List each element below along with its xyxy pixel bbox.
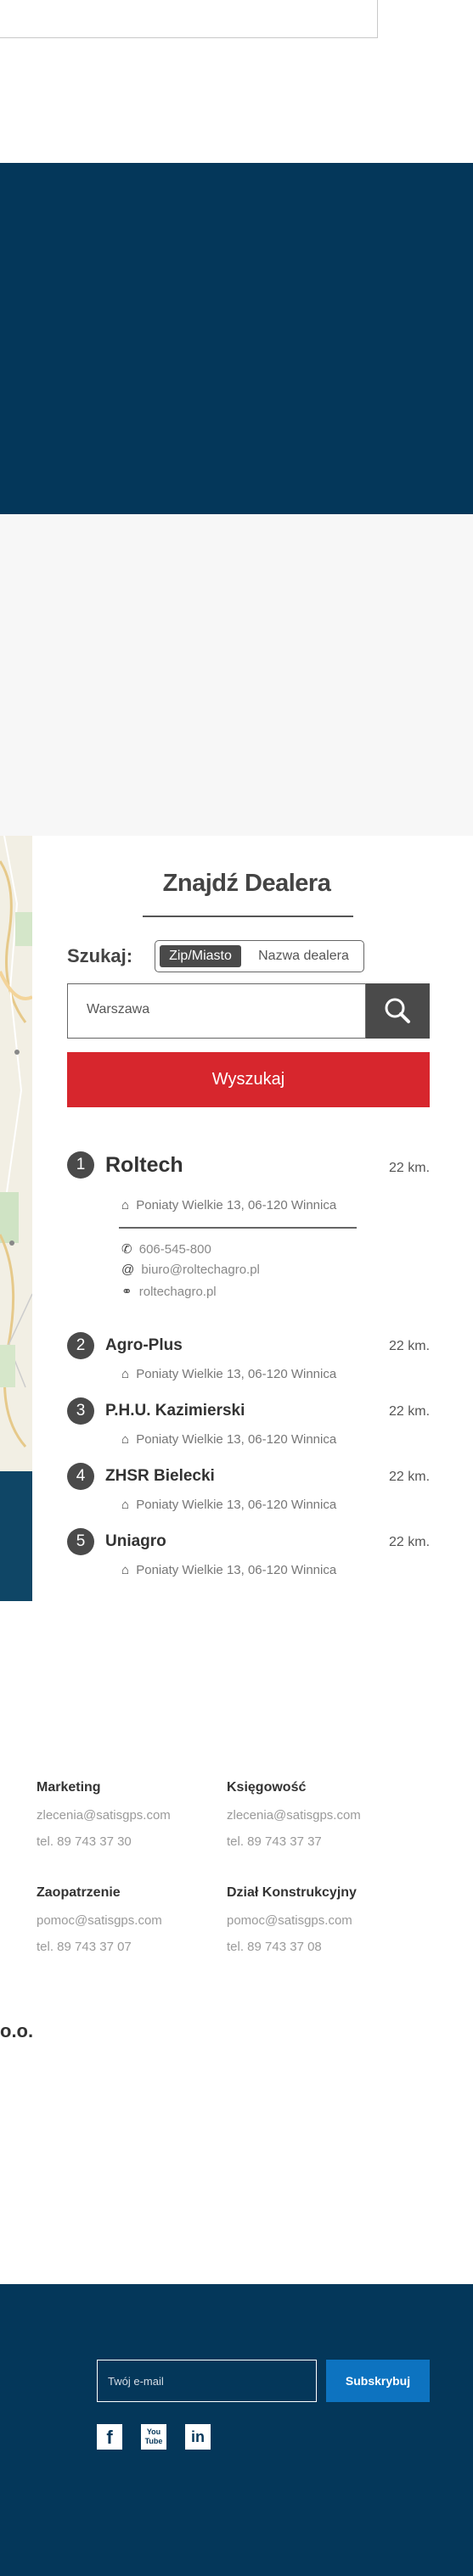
home-icon: ⌂ [121, 1432, 130, 1447]
title-underline [143, 916, 353, 917]
dealer-address: Poniaty Wielkie 13, 06-120 Winnica [136, 1432, 337, 1447]
dealer-website[interactable]: roltechagro.pl [139, 1285, 217, 1299]
subscribe-button[interactable]: Subskrybuj [326, 2360, 430, 2402]
contact-email[interactable]: zlecenia@satisgps.com [227, 1808, 361, 1823]
youtube-icon[interactable]: You Tube [141, 2424, 166, 2450]
home-icon: ⌂ [121, 1563, 130, 1577]
dealer-number-badge: 4 [67, 1463, 94, 1490]
dealer-distance: 22 km. [389, 1470, 431, 1484]
magnifier-icon [385, 998, 410, 1023]
dealer-distance: 22 km. [389, 1535, 431, 1549]
contact-email[interactable]: pomoc@satisgps.com [227, 1913, 352, 1928]
search-label: Szukaj: [67, 945, 133, 966]
dealer-address: Poniaty Wielkie 13, 06-120 Winnica [136, 1498, 337, 1512]
dealer-address: Poniaty Wielkie 13, 06-120 Winnica [136, 1198, 337, 1212]
contact-heading: Księgowość [227, 1780, 307, 1795]
dealer-name[interactable]: Roltech [105, 1153, 183, 1178]
hero-band [0, 163, 473, 514]
dealer-distance: 22 km. [389, 1161, 431, 1175]
grey-band [0, 514, 473, 836]
search-input[interactable] [85, 1001, 343, 1018]
contact-phone[interactable]: tel. 89 743 37 30 [37, 1834, 132, 1849]
contact-email[interactable]: pomoc@satisgps.com [37, 1913, 162, 1928]
dealer-address: Poniaty Wielkie 13, 06-120 Winnica [136, 1367, 337, 1381]
contact-phone[interactable]: tel. 89 743 37 07 [37, 1940, 132, 1954]
globe-icon: ⚭ [121, 1285, 132, 1299]
dealer-divider [119, 1227, 357, 1229]
home-icon: ⌂ [121, 1498, 130, 1512]
dealer-name[interactable]: Uniagro [105, 1532, 166, 1551]
top-partial-box [0, 0, 378, 38]
dealer-finder-title: Znajdź Dealera [162, 870, 331, 897]
contact-phone[interactable]: tel. 89 743 37 37 [227, 1834, 322, 1849]
contact-email[interactable]: zlecenia@satisgps.com [37, 1808, 171, 1823]
dealer-name[interactable]: P.H.U. Kazimierski [105, 1402, 245, 1420]
home-icon: ⌂ [121, 1367, 130, 1381]
dealer-distance: 22 km. [389, 1339, 431, 1353]
dealer-distance: 22 km. [389, 1404, 431, 1419]
dealer-number-badge: 1 [67, 1151, 94, 1179]
linkedin-icon[interactable]: in [185, 2424, 211, 2450]
footer [0, 2284, 473, 2576]
at-icon: @ [121, 1263, 135, 1277]
dealer-email[interactable]: biuro@roltechagro.pl [141, 1263, 259, 1277]
dealer-address: Poniaty Wielkie 13, 06-120 Winnica [136, 1563, 337, 1577]
find-button[interactable]: Wyszukaj [67, 1052, 430, 1107]
dealer-name[interactable]: Agro-Plus [105, 1336, 183, 1355]
toggle-dealer-name[interactable]: Nazwa dealera [246, 945, 361, 967]
contact-heading: Marketing [37, 1780, 101, 1795]
newsletter-email-input[interactable] [97, 2360, 317, 2402]
dealer-number-badge: 2 [67, 1332, 94, 1359]
contact-heading: Dział Konstrukcyjny [227, 1885, 357, 1900]
toggle-zip-city[interactable]: Zip/Miasto [160, 945, 241, 967]
dealer-number-badge: 5 [67, 1528, 94, 1555]
contact-heading: Zaopatrzenie [37, 1885, 121, 1900]
contact-phone[interactable]: tel. 89 743 37 08 [227, 1940, 322, 1954]
dealer-number-badge: 3 [67, 1397, 94, 1425]
search-button[interactable] [366, 983, 430, 1039]
map-overlay-band [0, 1471, 32, 1601]
home-icon: ⌂ [121, 1198, 130, 1212]
dealer-phone[interactable]: 606-545-800 [139, 1242, 211, 1257]
phone-icon: ✆ [121, 1242, 132, 1257]
dealer-name[interactable]: ZHSR Bielecki [105, 1467, 215, 1486]
company-name-fragment: o.o. [0, 2020, 34, 2041]
facebook-icon[interactable]: f [97, 2424, 122, 2450]
